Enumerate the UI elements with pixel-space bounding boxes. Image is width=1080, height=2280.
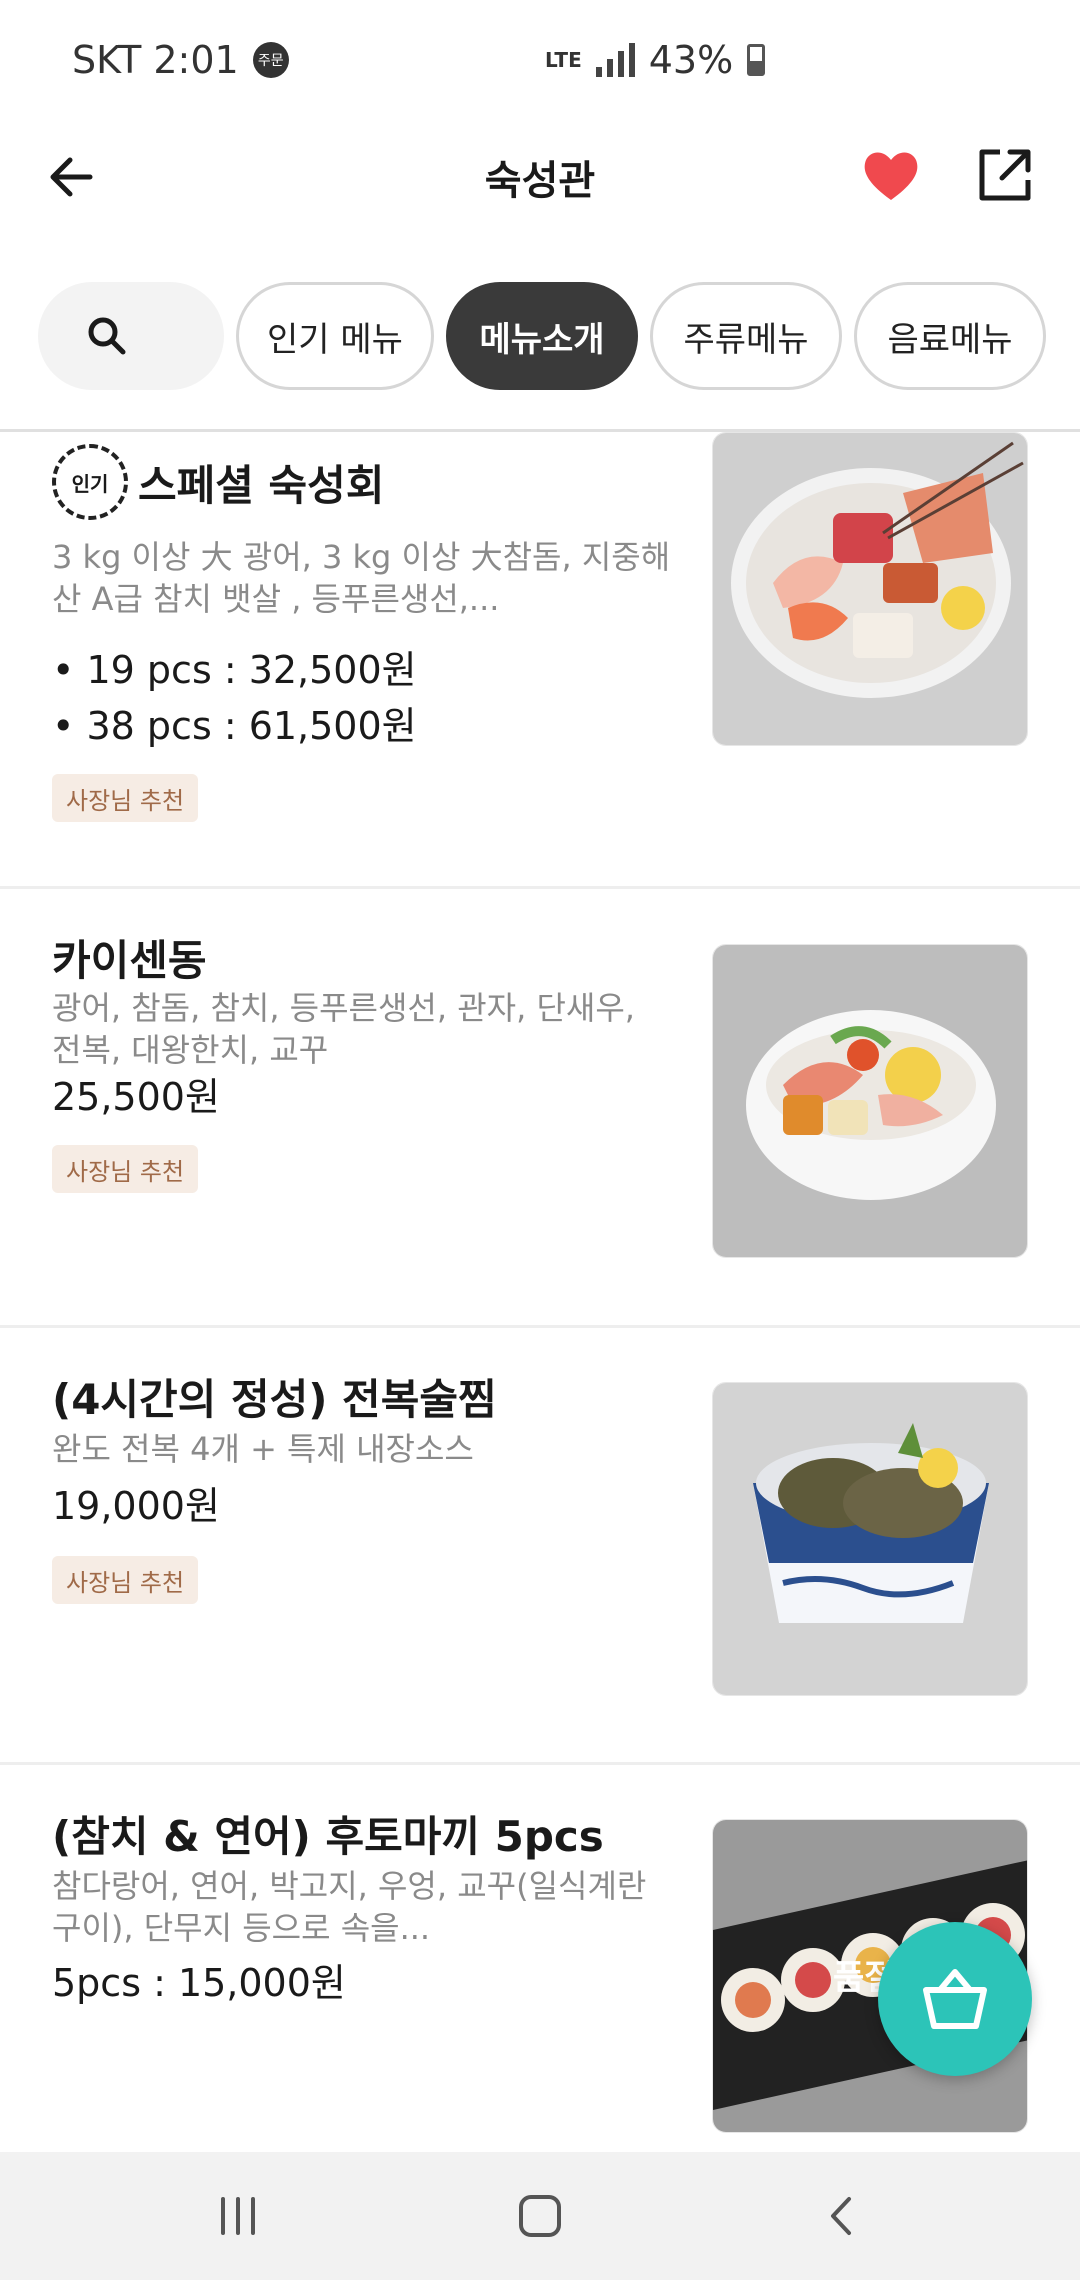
recommend-badge: 사장님 추천 xyxy=(52,1145,199,1193)
tab-liquor-menu[interactable]: 주류메뉴 xyxy=(650,282,842,390)
cart-button[interactable] xyxy=(878,1922,1032,2076)
item-description: 3 kg 이상 大 광어, 3 kg 이상 大참돔, 지중해산 A급 참치 뱃살… xyxy=(52,538,671,618)
menu-item[interactable]: (4시간의 정성) 전복술찜 완도 전복 4개 + 특제 내장소스 19,000… xyxy=(0,1328,1080,1762)
system-back-button[interactable] xyxy=(802,2176,882,2256)
status-right: LTE 43% xyxy=(545,38,766,82)
item-description: 완도 전복 4개 + 특제 내장소스 xyxy=(52,1430,474,1468)
item-price: 19,000원 xyxy=(52,1484,220,1528)
signal-icon xyxy=(595,43,635,77)
tab-menu-intro[interactable]: 메뉴소개 xyxy=(446,282,638,390)
item-image xyxy=(712,1382,1028,1696)
recent-apps-icon xyxy=(221,2197,255,2235)
menu-item[interactable]: 카이센동 광어, 참돔, 참치, 등푸른생선, 관자, 단새우, 전복, 대왕한… xyxy=(0,889,1080,1325)
menu-list: 인기 스페셜 숙성회 3 kg 이상 大 광어, 3 kg 이상 大참돔, 지중… xyxy=(0,432,1080,2152)
item-price: • 19 pcs : 32,500원 xyxy=(52,648,417,692)
carrier-time: SKT 2:01 xyxy=(72,38,239,82)
item-description: 참다랑어, 연어, 박고지, 우엉, 교꾸(일식계란구이), 단무지 등으로 속… xyxy=(52,1867,647,1947)
network-type: LTE xyxy=(545,48,582,72)
item-name-row: 인기 스페셜 숙성회 xyxy=(52,444,384,520)
battery-percent: 43% xyxy=(648,38,734,82)
share-icon xyxy=(979,149,1031,201)
item-image xyxy=(712,944,1028,1258)
recent-apps-button[interactable] xyxy=(198,2176,278,2256)
item-name: 스페셜 숙성회 xyxy=(138,460,385,510)
tab-beverage-menu[interactable]: 음료메뉴 xyxy=(854,282,1046,390)
item-description: 광어, 참돔, 참치, 등푸른생선, 관자, 단새우, 전복, 대왕한치, 교꾸 xyxy=(52,989,635,1069)
app-header: 숙성관 xyxy=(0,120,1080,230)
tab-popular-menu[interactable]: 인기 메뉴 xyxy=(236,282,434,390)
item-price: 5pcs : 15,000원 xyxy=(52,1961,346,2005)
favorite-button[interactable] xyxy=(856,140,926,210)
menu-item[interactable]: 인기 스페셜 숙성회 3 kg 이상 大 광어, 3 kg 이상 大참돔, 지중… xyxy=(0,432,1080,888)
item-name: (4시간의 정성) 전복술찜 xyxy=(52,1375,497,1424)
search-icon xyxy=(88,317,126,355)
chevron-left-icon xyxy=(831,2197,851,2235)
home-icon xyxy=(519,2195,561,2237)
item-price: • 38 pcs : 61,500원 xyxy=(52,704,417,748)
battery-icon xyxy=(747,44,766,76)
status-left: SKT 2:01 주문 xyxy=(72,38,289,82)
share-button[interactable] xyxy=(970,140,1040,210)
status-bar: SKT 2:01 주문 LTE 43% xyxy=(0,0,1080,120)
basket-icon xyxy=(923,1969,987,2029)
item-name: 카이센동 xyxy=(52,936,207,985)
heart-icon xyxy=(864,152,918,200)
category-tabs: 인기 메뉴 메뉴소개 주류메뉴 음료메뉴 xyxy=(38,282,1046,390)
recommend-badge: 사장님 추천 xyxy=(52,1556,199,1604)
home-button[interactable] xyxy=(500,2176,580,2256)
popular-badge: 인기 xyxy=(52,444,128,520)
item-price: 25,500원 xyxy=(52,1075,220,1119)
item-image xyxy=(712,432,1028,746)
item-name: (참치 & 연어) 후토마끼 5pcs xyxy=(52,1812,604,1861)
order-notification-icon: 주문 xyxy=(252,42,289,78)
system-nav-bar xyxy=(0,2152,1080,2280)
recommend-badge: 사장님 추천 xyxy=(52,774,199,822)
menu-search-button[interactable] xyxy=(38,282,224,390)
